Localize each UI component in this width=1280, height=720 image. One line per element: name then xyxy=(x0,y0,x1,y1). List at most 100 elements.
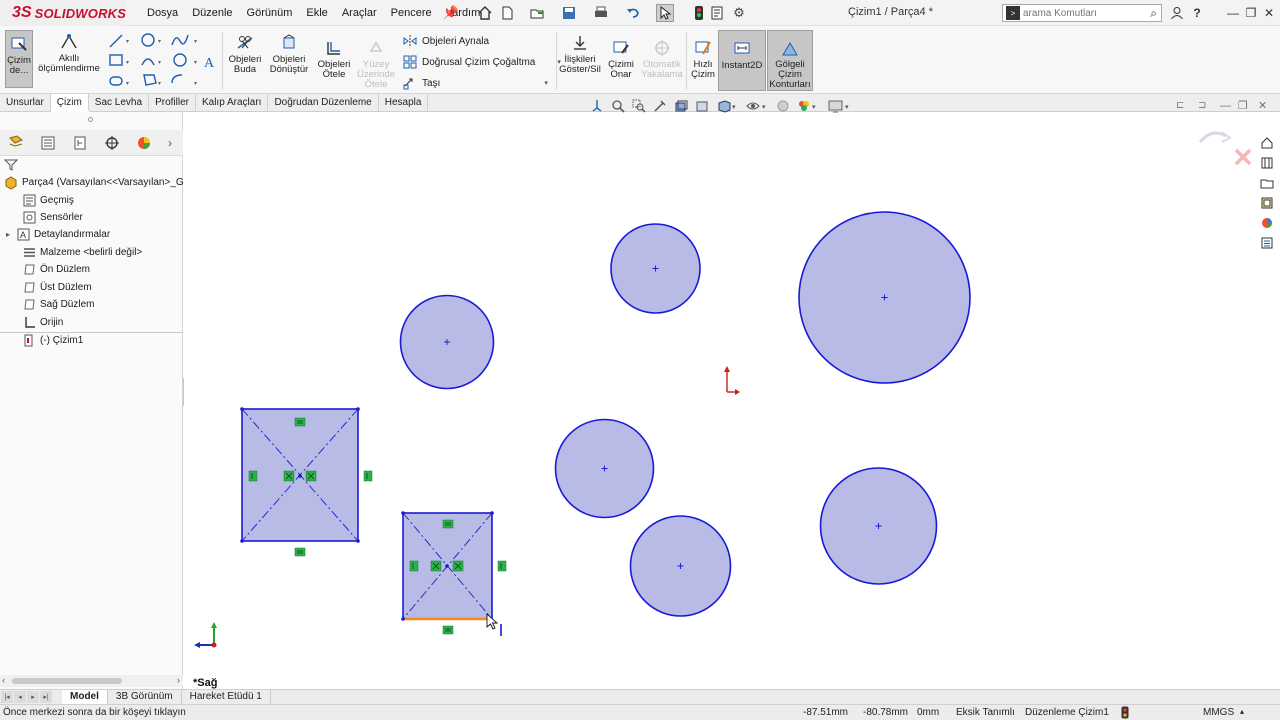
move-dropdown-icon[interactable]: ▾ xyxy=(544,79,548,87)
menu-dosya[interactable]: Dosya xyxy=(140,7,185,19)
tree-item-origin[interactable]: Orijin xyxy=(22,314,63,331)
view-triad[interactable] xyxy=(194,622,217,648)
tab-last-icon[interactable]: ▸| xyxy=(40,691,52,703)
options-gear-icon[interactable]: ⚙ xyxy=(730,4,748,22)
home-icon[interactable] xyxy=(476,4,494,22)
user-icon[interactable] xyxy=(1168,4,1186,22)
display-delete-relations-button[interactable]: İlişkileri Göster/Sil xyxy=(558,33,602,75)
custom-properties-icon[interactable] xyxy=(1258,234,1276,251)
tree-item-top-plane[interactable]: Üst Düzlem xyxy=(22,279,92,296)
zoom-to-fit-icon[interactable] xyxy=(609,98,626,115)
move-entities-button[interactable]: Taşı ▾ xyxy=(402,75,548,91)
shaded-sketch-contours-button[interactable]: Gölgeli Çizim Konturları xyxy=(767,30,813,91)
feature-manager-tab-icon[interactable] xyxy=(0,131,32,155)
sketch-tools-icons[interactable]: ▾ ▾ ▾ ▾ ▾ ▾ ▾ ▾ ▾ A xyxy=(108,33,218,91)
tab-model[interactable]: Model xyxy=(62,690,108,704)
rebuild-status-icon[interactable] xyxy=(1121,706,1129,720)
smart-dimension-button[interactable]: Akıllı ölçümlendirme xyxy=(36,32,102,74)
view-orientation-icon[interactable] xyxy=(588,98,605,115)
menu-gorunum[interactable]: Görünüm xyxy=(240,7,300,19)
expand-arrow-icon[interactable]: ▸ xyxy=(6,230,16,239)
units-dropdown-icon[interactable]: ▴ xyxy=(1240,707,1244,716)
menu-duzenle[interactable]: Düzenle xyxy=(185,7,239,19)
design-library-icon[interactable] xyxy=(1258,154,1276,171)
solidworks-resources-icon[interactable] xyxy=(1258,134,1276,151)
viewport-minimize-icon[interactable]: — xyxy=(1220,100,1231,112)
panel-grip[interactable] xyxy=(0,112,183,128)
search-input[interactable] xyxy=(1023,7,1133,19)
sketch-circle[interactable] xyxy=(399,294,495,390)
restore-icon[interactable]: ❐ xyxy=(1242,4,1260,22)
offset-entities-button[interactable]: Objeleri Ötele xyxy=(314,38,354,80)
quick-snaps-button[interactable]: Otomatik Yakalama xyxy=(640,38,684,80)
filter-icon[interactable] xyxy=(3,158,19,172)
zoom-to-area-icon[interactable] xyxy=(630,98,647,115)
tab-kalip-araclari[interactable]: Kalıp Araçları xyxy=(196,94,269,112)
close-icon[interactable]: ✕ xyxy=(1260,4,1278,22)
scroll-thumb[interactable] xyxy=(12,678,122,684)
pin-icon[interactable]: 📌 xyxy=(442,4,460,22)
sketch-origin[interactable] xyxy=(724,366,740,395)
select-pointer-icon[interactable] xyxy=(656,4,674,22)
apply-scene-icon[interactable]: ▾ xyxy=(795,98,821,115)
solidworks-logo[interactable]: 3S SOLIDWORKS xyxy=(0,0,126,26)
menu-ekle[interactable]: Ekle xyxy=(299,7,334,19)
convert-entities-button[interactable]: Objeleri Dönüştür xyxy=(268,33,310,75)
tree-item-material[interactable]: Malzeme <belirli değil> xyxy=(22,244,142,261)
dimxpert-tab-icon[interactable] xyxy=(96,131,128,155)
tree-item-right-plane[interactable]: Sağ Düzlem xyxy=(22,296,94,313)
viewport-split-icon[interactable]: ⊐ xyxy=(1198,100,1206,111)
sketch-circle[interactable] xyxy=(629,515,732,617)
tree-root-part[interactable]: Parça4 (Varsayılan<<Varsayılan>_Gör xyxy=(4,174,193,191)
sketch-circle[interactable] xyxy=(554,418,655,519)
minimize-icon[interactable]: — xyxy=(1224,4,1242,22)
tab-prev-icon[interactable]: ◂ xyxy=(14,691,26,703)
rebuild-icon[interactable] xyxy=(690,4,708,22)
tab-hesapla[interactable]: Hesapla xyxy=(379,94,429,112)
sketch-circle[interactable] xyxy=(798,211,971,384)
section-view-icon[interactable] xyxy=(672,98,689,115)
scroll-right-icon[interactable]: › xyxy=(177,675,180,685)
tab-motion-study[interactable]: Hareket Etüdü 1 xyxy=(182,690,271,704)
tree-item-sketch1[interactable]: (-) Çizim1 xyxy=(22,332,83,349)
display-manager-tab-icon[interactable] xyxy=(128,131,160,155)
exit-sketch-button[interactable]: Çizim de... xyxy=(5,30,33,88)
center-rectangle[interactable] xyxy=(401,511,507,635)
command-search[interactable]: > ⌕ xyxy=(1002,4,1162,22)
linear-pattern-button[interactable]: Doğrusal Çizim Çoğaltma ▾ xyxy=(402,54,561,70)
mirror-entities-button[interactable]: Objeleri Aynala xyxy=(402,33,489,49)
tab-sac-levha[interactable]: Sac Levha xyxy=(89,94,150,112)
offset-on-surface-button[interactable]: Yüzey Üzerinde Ötele xyxy=(356,38,396,90)
display-style-icon[interactable]: ▾ xyxy=(714,98,740,115)
unit-system[interactable]: MMGS xyxy=(1203,707,1234,718)
sketch-circle[interactable] xyxy=(819,467,938,585)
tab-dogrudan-duzenleme[interactable]: Doğrudan Düzenleme xyxy=(268,94,379,112)
edit-appearance-icon[interactable] xyxy=(774,98,791,115)
view-palette-icon[interactable] xyxy=(1258,194,1276,211)
file-explorer-icon[interactable] xyxy=(1258,174,1276,191)
file-properties-icon[interactable] xyxy=(708,4,726,22)
appearances-icon[interactable] xyxy=(1258,214,1276,231)
tree-item-history[interactable]: Geçmiş xyxy=(22,192,74,209)
rapid-sketch-button[interactable]: Hızlı Çizim xyxy=(689,38,717,80)
print-icon[interactable] xyxy=(592,4,610,22)
tree-item-annotations[interactable]: ▸ A Detaylandırmalar xyxy=(6,226,110,243)
new-document-icon[interactable] xyxy=(498,4,516,22)
sketch-canvas[interactable] xyxy=(184,112,1280,689)
confirmation-corner[interactable] xyxy=(1198,131,1252,166)
tree-filter[interactable] xyxy=(3,158,179,174)
tab-first-icon[interactable]: |◂ xyxy=(1,691,13,703)
viewport-restore-icon[interactable]: ❐ xyxy=(1238,99,1248,112)
previous-view-icon[interactable] xyxy=(651,98,668,115)
viewport-close-icon[interactable]: ✕ xyxy=(1258,99,1267,112)
repair-sketch-button[interactable]: Çizimi Onar xyxy=(604,38,638,80)
trim-entities-button[interactable]: Objeleri Buda xyxy=(226,33,264,75)
property-manager-tab-icon[interactable] xyxy=(32,131,64,155)
open-folder-icon[interactable] xyxy=(528,4,546,22)
dynamic-annotation-icon[interactable] xyxy=(693,98,710,115)
menu-pencere[interactable]: Pencere xyxy=(384,7,439,19)
menu-araclar[interactable]: Araçlar xyxy=(335,7,384,19)
sketch-circle[interactable] xyxy=(610,223,701,314)
panel-horizontal-scrollbar[interactable]: ‹ › xyxy=(0,675,183,687)
tab-next-icon[interactable]: ▸ xyxy=(27,691,39,703)
